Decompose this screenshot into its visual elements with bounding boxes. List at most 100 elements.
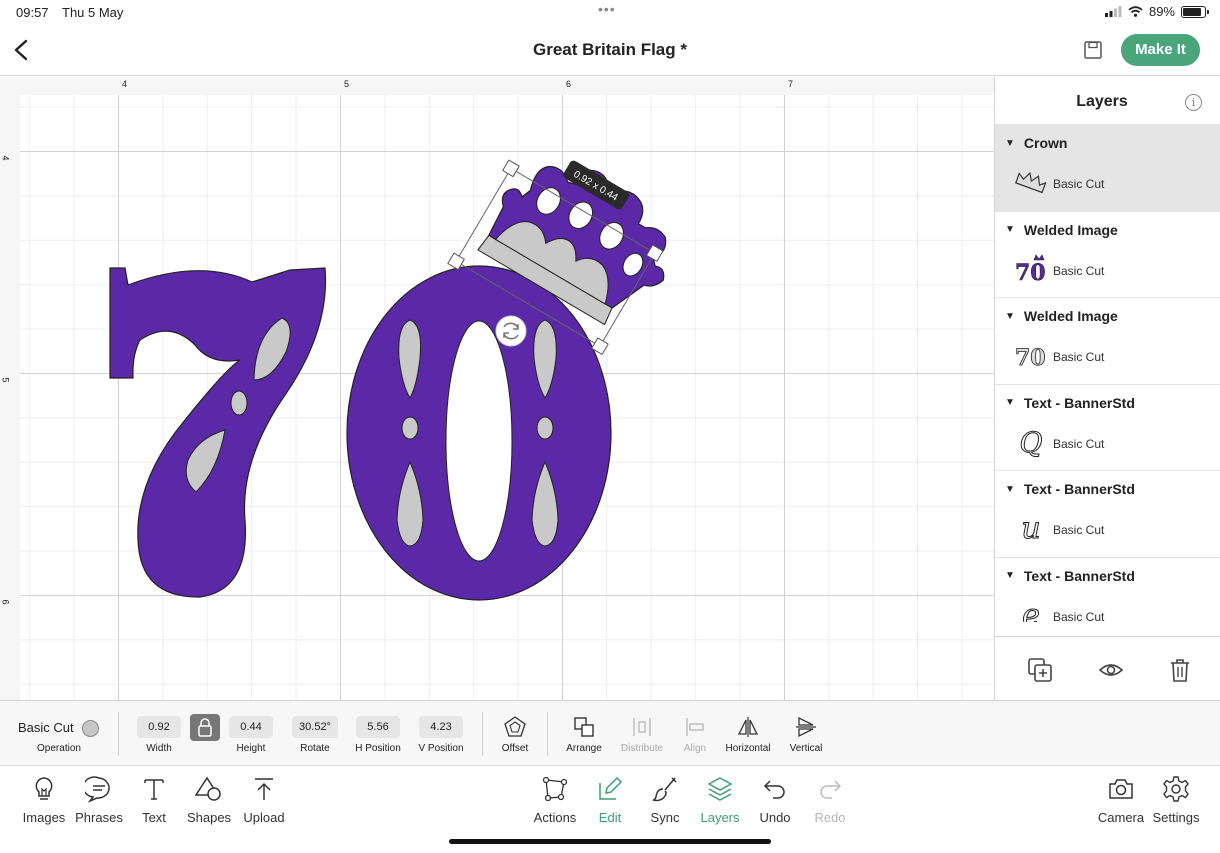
actions-button[interactable]: Actions [525, 775, 585, 825]
layers-header: Layers i [995, 77, 1220, 125]
status-bar: 09:57 Thu 5 May ••• 89% [0, 0, 1220, 26]
layers-title: Layers [1076, 93, 1128, 110]
layer-operation: Basic Cut [1053, 436, 1105, 451]
actions-icon [542, 776, 568, 802]
status-date: Thu 5 May [62, 5, 124, 20]
offset-icon [504, 716, 526, 737]
layer-group-text-bannerstd[interactable]: ▼ Text - BannerStd e Basic Cut [995, 558, 1220, 622]
phrases-button[interactable]: Phrases [69, 775, 129, 825]
save-icon[interactable] [1083, 40, 1103, 60]
expand-triangle-icon[interactable]: ▼ [1005, 570, 1015, 581]
trash-icon[interactable] [1167, 657, 1193, 683]
flip-vertical-icon [796, 716, 816, 738]
layer-group-name: Text - BannerStd [1023, 481, 1135, 497]
expand-triangle-icon[interactable]: ▼ [1005, 224, 1015, 235]
wifi-icon [1128, 6, 1143, 17]
layer-group-name: Crown [1023, 135, 1068, 151]
flip-vertical-button[interactable]: Vertical [784, 701, 828, 767]
phrases-label: Phrases [75, 810, 123, 825]
shapes-icon [195, 776, 221, 801]
arrange-label: Arrange [566, 743, 602, 754]
lock-aspect-button[interactable] [190, 714, 220, 741]
images-label: Images [22, 810, 66, 825]
undo-arrow-icon [763, 780, 785, 799]
sync-button[interactable]: Sync [635, 775, 695, 825]
layer-group-text-bannerstd[interactable]: ▼ Text - BannerStd u Basic Cut [995, 471, 1220, 558]
crown-thumbnail-icon [1013, 165, 1049, 199]
svg-text:Q: Q [1020, 426, 1043, 458]
layer-operation: Basic Cut [1053, 263, 1105, 278]
visibility-eye-icon[interactable] [1098, 657, 1124, 683]
v-position-label: V Position [418, 743, 464, 754]
svg-text:e: e [1022, 599, 1040, 622]
speech-bubble-icon [85, 776, 110, 803]
height-label: Height [236, 743, 266, 754]
seven-shape[interactable] [109, 267, 327, 598]
align-button[interactable]: Align [678, 701, 712, 767]
layer-operation: Basic Cut [1053, 177, 1105, 191]
images-button[interactable]: Images [14, 775, 74, 825]
h-position-field: H Position [350, 701, 406, 767]
flip-horizontal-button[interactable]: Horizontal [723, 701, 773, 767]
resize-handle[interactable] [502, 159, 520, 178]
design-artwork[interactable]: 0.92 x 0.44 [0, 77, 994, 700]
distribute-button[interactable]: Distribute [617, 701, 667, 767]
letter-q-thumbnail-icon: Q [1013, 425, 1049, 459]
rotate-handle-icon[interactable] [495, 315, 527, 347]
camera-button[interactable]: Camera [1091, 775, 1151, 825]
duplicate-icon[interactable] [1027, 657, 1053, 683]
make-it-button[interactable]: Make It [1121, 34, 1200, 66]
layers-label: Layers [700, 810, 740, 825]
upload-button[interactable]: Upload [234, 775, 294, 825]
home-indicator[interactable] [449, 839, 771, 844]
undo-button[interactable]: Undo [745, 775, 805, 825]
v-position-field: V Position [413, 701, 469, 767]
layer-group-crown[interactable]: ▼ Crown Basic Cut [995, 125, 1220, 212]
rotate-label: Rotate [300, 743, 330, 754]
offset-button[interactable]: Offset [495, 701, 535, 767]
layer-group-text-bannerstd[interactable]: ▼ Text - BannerStd Q Basic Cut [995, 385, 1220, 471]
upload-icon [255, 778, 273, 800]
redo-arrow-icon [820, 780, 842, 799]
layer-group-name: Text - BannerStd [1023, 394, 1135, 411]
svg-text:u: u [1021, 512, 1040, 544]
letter-u-thumbnail-icon: u [1013, 511, 1049, 545]
layer-group-welded-image[interactable]: ▼ Welded Image 70 Basic Cut [995, 212, 1220, 298]
layer-operation: Basic Cut [1053, 609, 1105, 622]
edit-pencil-icon [599, 776, 623, 800]
operation-control[interactable]: Operation [20, 701, 98, 767]
offset-label: Offset [501, 743, 529, 754]
divider [118, 712, 119, 756]
text-button[interactable]: Text [124, 775, 184, 825]
expand-triangle-icon[interactable]: ▼ [1005, 138, 1015, 149]
expand-triangle-icon[interactable]: ▼ [1005, 484, 1015, 495]
multitasking-dots-icon[interactable]: ••• [598, 1, 616, 17]
layers-button[interactable]: Layers [690, 775, 750, 825]
signal-icon [1104, 6, 1122, 17]
battery-icon [1181, 5, 1209, 18]
design-canvas[interactable]: 4 5 6 7 4 5 6 0.92 x 0.44 [0, 77, 994, 700]
arrange-button[interactable]: Arrange [562, 701, 606, 767]
shapes-button[interactable]: Shapes [179, 775, 239, 825]
distribute-label: Distribute [620, 743, 664, 754]
undo-label: Undo [759, 810, 791, 825]
layer-group-welded-image[interactable]: ▼ Welded Image 70 Basic Cut [995, 298, 1220, 385]
redo-button[interactable]: Redo [800, 775, 860, 825]
expand-triangle-icon[interactable]: ▼ [1005, 397, 1015, 408]
status-time: 09:57 [16, 5, 49, 20]
divider [482, 712, 483, 756]
width-label: Width [146, 743, 172, 754]
info-icon[interactable]: i [1185, 94, 1202, 111]
settings-button[interactable]: Settings [1146, 775, 1206, 825]
actions-label: Actions [533, 810, 577, 825]
svg-text:70: 70 [1015, 260, 1046, 284]
expand-triangle-icon[interactable]: ▼ [1005, 311, 1015, 322]
layers-panel: Layers i ▼ Crown Basic Cut ▼ Welded Image … [994, 77, 1220, 700]
edit-button[interactable]: Edit [580, 775, 640, 825]
text-label: Text [142, 810, 166, 825]
shapes-label: Shapes [186, 810, 232, 825]
arrange-icon [574, 717, 594, 737]
camera-icon [1109, 779, 1133, 799]
align-label: Align [683, 743, 707, 754]
zero-shape[interactable] [346, 265, 612, 601]
